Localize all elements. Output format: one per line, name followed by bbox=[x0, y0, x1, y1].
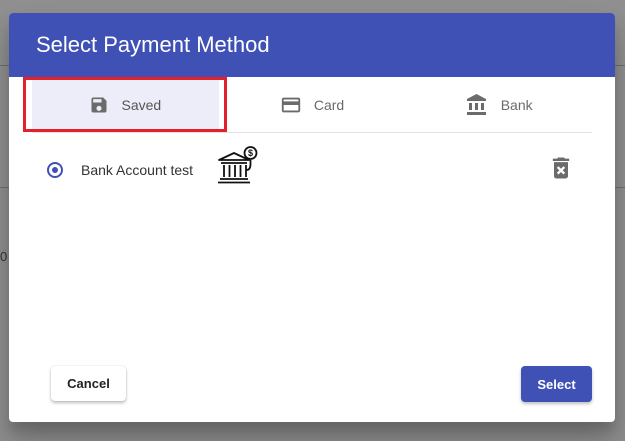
saved-method-label: Bank Account test bbox=[81, 162, 194, 178]
tab-bank[interactable]: Bank bbox=[405, 77, 592, 132]
save-icon bbox=[89, 95, 109, 115]
svg-text:$: $ bbox=[248, 148, 253, 158]
bank-dollar-icon: $ bbox=[216, 145, 258, 191]
trash-icon bbox=[547, 157, 575, 186]
cancel-button[interactable]: Cancel bbox=[51, 366, 126, 401]
tab-card[interactable]: Card bbox=[219, 77, 406, 132]
delete-method-button[interactable] bbox=[547, 154, 575, 187]
payment-tabs: Saved Card Bank bbox=[32, 77, 592, 133]
saved-method-radio[interactable] bbox=[47, 162, 63, 178]
select-button[interactable]: Select bbox=[521, 366, 592, 402]
credit-card-icon bbox=[280, 94, 302, 116]
bank-icon bbox=[465, 93, 489, 117]
tab-saved-label: Saved bbox=[121, 96, 162, 113]
tab-card-label: Card bbox=[313, 96, 345, 113]
dialog-header: Select Payment Method bbox=[9, 13, 615, 77]
backdrop-partial-text: 0 bbox=[0, 249, 8, 264]
dialog-title: Select Payment Method bbox=[36, 32, 270, 57]
tab-saved[interactable]: Saved bbox=[32, 77, 219, 132]
payment-method-dialog: Select Payment Method Saved Card Bank Ba… bbox=[9, 13, 615, 422]
tab-bank-label: Bank bbox=[500, 96, 533, 113]
saved-method-row[interactable]: Bank Account test $ bbox=[45, 145, 579, 195]
